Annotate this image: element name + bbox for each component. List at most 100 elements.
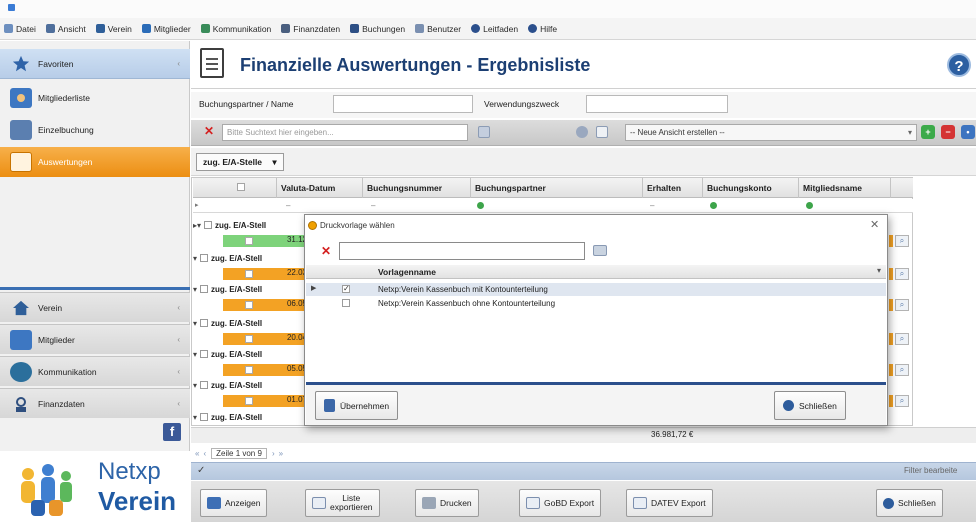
export-list-button[interactable]: Liste exportieren [305,489,380,517]
group-checkbox[interactable] [200,254,209,262]
clear-search-icon[interactable]: ✕ [321,244,331,258]
group-row[interactable]: ▾ zug. E/A-Stell [193,254,311,266]
nav-item-auswertungen[interactable]: Auswertungen [0,147,190,177]
filter-dot-icon[interactable] [806,202,813,209]
filter-dot-icon[interactable] [710,202,717,209]
menu-finanzdaten[interactable]: Finanzdaten [281,24,340,34]
accept-button[interactable]: Übernehmen [315,391,399,420]
magnifier-icon[interactable]: ⌕ [895,333,909,345]
group-checkbox[interactable] [200,285,209,293]
nav-group-verein[interactable]: Verein ‹ [0,292,190,322]
layout-icon[interactable] [596,126,608,138]
help-icon[interactable]: ? [947,53,971,77]
dialog-close-button[interactable]: Schließen [774,391,846,420]
show-button[interactable]: Anzeigen [200,489,268,517]
group-row[interactable]: ▾ zug. E/A-Stell [193,350,311,362]
menu-buchungen[interactable]: Buchungen [350,24,405,34]
settings-icon[interactable] [576,126,588,138]
filter-edit-link[interactable]: Filter bearbeite [904,466,957,475]
template-checkbox[interactable]: ✓ [342,285,350,293]
nav-group-finanzdaten[interactable]: Finanzdaten ‹ [0,388,190,418]
menu-mitglieder[interactable]: Mitglieder [141,24,191,34]
menu-kommunikation[interactable]: Kommunikation [200,24,271,34]
col-mitgliedsname[interactable]: Mitgliedsname [803,183,862,193]
row-checkbox[interactable] [245,366,253,374]
row-checkbox[interactable] [245,270,253,278]
menu-leitfaden[interactable]: Leitfaden [471,24,518,34]
group-checkbox[interactable] [200,413,209,421]
row-checkbox[interactable] [245,335,253,343]
prev-page-icon[interactable]: ‹ [203,449,206,458]
group-row[interactable]: ▾ zug. E/A-Stell [193,285,311,297]
group-chip[interactable]: zug. E/A-Stelle ▾ [196,153,284,171]
magnifier-icon[interactable]: ⌕ [895,299,909,311]
table-row[interactable]: 31.12 [223,235,311,247]
col-vorlagenname[interactable]: Vorlagenname [378,267,436,277]
table-row[interactable]: 01.07 [223,395,311,407]
magnifier-icon[interactable]: ⌕ [895,364,909,376]
table-row[interactable]: 20.04 [223,333,311,345]
col-buchungspartner[interactable]: Buchungspartner [475,183,546,193]
add-view-button[interactable]: + [921,125,935,139]
save-view-button[interactable]: • [961,125,975,139]
search-go-icon[interactable] [593,245,607,256]
nav-favorites[interactable]: Favoriten ‹ [0,49,190,79]
clear-search-icon[interactable]: ✕ [204,124,214,138]
menu-verein[interactable]: Verein [95,24,132,34]
row-checkbox[interactable] [245,301,253,309]
row-checkbox[interactable] [245,397,253,405]
col-buchungsnummer[interactable]: Buchungsnummer [367,183,442,193]
datev-export-button[interactable]: DATEV Export [626,489,713,517]
search-input[interactable]: Bitte Suchtext hier eingeben... [222,124,468,141]
last-page-icon[interactable]: » [279,449,283,458]
table-row[interactable]: 06.05 [223,299,311,311]
nav-item-mitgliederliste[interactable]: Mitgliederliste [0,83,190,113]
row-checkbox[interactable] [245,237,253,245]
select-all-checkbox[interactable] [237,183,245,191]
col-valuta-datum[interactable]: Valuta-Datum [281,183,335,193]
filter-dot-icon[interactable] [477,202,484,209]
table-row[interactable]: 22.03 [223,268,311,280]
group-checkbox[interactable] [200,319,209,327]
status-bar [191,462,976,480]
template-search-input[interactable] [339,242,585,260]
close-icon[interactable]: ✕ [870,218,879,231]
first-page-icon[interactable]: « [195,449,199,458]
delete-view-button[interactable]: − [941,125,955,139]
magnifier-icon[interactable]: ⌕ [895,235,909,247]
group-checkbox[interactable] [200,381,209,389]
purpose-input[interactable] [586,95,728,113]
magnifier-icon[interactable]: ⌕ [895,395,909,407]
group-row[interactable]: ▾ zug. E/A-Stell [193,319,311,331]
menu-benutzer[interactable]: Benutzer [415,24,461,34]
print-button[interactable]: Drucken [415,489,479,517]
group-row[interactable]: ▾ zug. E/A-Stell [193,413,311,425]
chevron-down-icon[interactable]: ▾ [877,266,881,275]
menu-hilfe[interactable]: Hilfe [528,24,557,34]
nav-group-kommunikation[interactable]: Kommunikation ‹ [0,356,190,386]
gobd-export-button[interactable]: GoBD Export [519,489,602,517]
group-row[interactable]: ▸▾ zug. E/A-Stell [193,221,311,233]
table-row[interactable]: 05.05 [223,364,311,376]
col-erhalten[interactable]: Erhalten [647,183,681,193]
column-separator [276,178,277,198]
template-row[interactable]: ▶ ✓ Netxp:Verein Kassenbuch mit Kontount… [306,283,886,296]
template-checkbox[interactable] [342,299,350,307]
group-row[interactable]: ▾ zug. E/A-Stell [193,381,311,393]
template-row[interactable]: Netxp:Verein Kassenbuch ohne Kontountert… [306,297,886,310]
partner-input[interactable] [333,95,473,113]
group-checkbox[interactable] [200,350,209,358]
menu-datei[interactable]: Datei [4,24,36,34]
group-checkbox[interactable] [204,221,213,229]
close-button[interactable]: Schließen [876,489,943,517]
facebook-icon[interactable]: f [163,423,181,441]
search-go-icon[interactable] [478,126,490,138]
nav-item-einzelbuchung[interactable]: Einzelbuchung [0,115,190,145]
view-select[interactable]: -- Neue Ansicht erstellen -- ▾ [625,124,917,141]
menu-ansicht[interactable]: Ansicht [45,24,86,34]
col-buchungskonto[interactable]: Buchungskonto [707,183,772,193]
nav-group-mitglieder[interactable]: Mitglieder ‹ [0,324,190,354]
next-page-icon[interactable]: › [272,449,275,458]
check-icon[interactable]: ✓ [197,465,205,476]
magnifier-icon[interactable]: ⌕ [895,268,909,280]
